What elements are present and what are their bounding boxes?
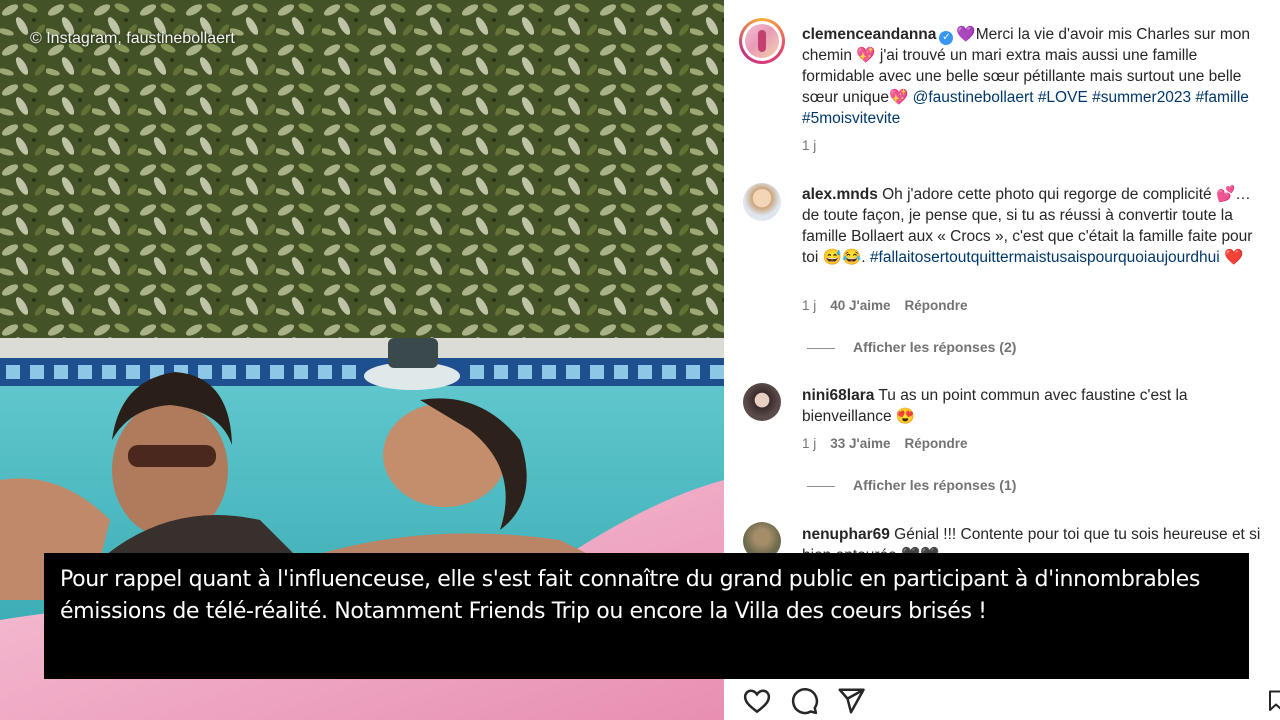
commenter-avatar[interactable]	[743, 383, 781, 421]
comment-likes[interactable]: 40 J'aime	[830, 298, 890, 313]
replies-line	[807, 347, 835, 349]
comment-icon[interactable]	[789, 686, 819, 716]
comment-text: alex.mnds Oh j'adore cette photo qui reg…	[802, 184, 1270, 268]
comment-time: 1 j	[802, 298, 817, 313]
heart-icon[interactable]	[742, 686, 772, 716]
verified-icon: ✓	[939, 31, 954, 45]
bookmark-icon[interactable]	[1264, 686, 1280, 716]
hashtag-link[interactable]: #fallaitosertoutquittermaistusaispourquo…	[870, 249, 1220, 266]
caption-emoji: 💖	[856, 47, 876, 64]
reply-button[interactable]: Répondre	[905, 436, 968, 451]
photo-watermark: © Instagram, faustinebollaert	[30, 30, 235, 47]
commenter-username[interactable]: nenuphar69	[802, 526, 890, 543]
post-author-avatar[interactable]	[745, 24, 779, 58]
subtitle-text: Pour rappel quant à l'influenceuse, elle…	[60, 566, 1200, 624]
hashtag-link[interactable]: #LOVE #summer2023	[1038, 89, 1191, 106]
commenter-username[interactable]: alex.mnds	[802, 186, 878, 203]
comment-text: nini68lara Tu as un point commun avec fa…	[802, 385, 1270, 427]
comment-body: Oh j'adore cette photo qui regorge de co…	[882, 186, 1212, 203]
show-replies-label: Afficher les réponses (2)	[853, 339, 1017, 355]
post-caption: clemenceandanna ✓ 💜Merci la vie d'avoir mi…	[802, 24, 1270, 129]
commenter-username[interactable]: nini68lara	[802, 387, 874, 404]
comment-time: 1 j	[802, 436, 817, 451]
post-meta: 1 j	[802, 138, 830, 153]
comment-likes[interactable]: 33 J'aime	[830, 436, 890, 451]
show-replies-button[interactable]: Afficher les réponses (1)	[807, 477, 1016, 493]
commenter-avatar[interactable]	[743, 183, 781, 221]
replies-line	[807, 485, 835, 487]
post-author-username[interactable]: clemenceandanna	[802, 26, 936, 43]
post-time: 1 j	[802, 138, 817, 153]
comment-meta: 1 j 40 J'aime Répondre	[802, 298, 982, 313]
mention-link[interactable]: @faustinebollaert	[913, 89, 1034, 106]
show-replies-label: Afficher les réponses (1)	[853, 477, 1017, 493]
show-replies-button[interactable]: Afficher les réponses (2)	[807, 339, 1016, 355]
comment-emoji: ❤️	[1224, 249, 1244, 266]
share-icon[interactable]	[836, 686, 866, 716]
comment-meta: 1 j 33 J'aime Répondre	[802, 436, 982, 451]
video-subtitle: Pour rappel quant à l'influenceuse, elle…	[44, 553, 1249, 679]
reply-button[interactable]: Répondre	[905, 298, 968, 313]
caption-emoji: 💖	[889, 89, 909, 106]
caption-emoji: 💜	[956, 26, 976, 43]
